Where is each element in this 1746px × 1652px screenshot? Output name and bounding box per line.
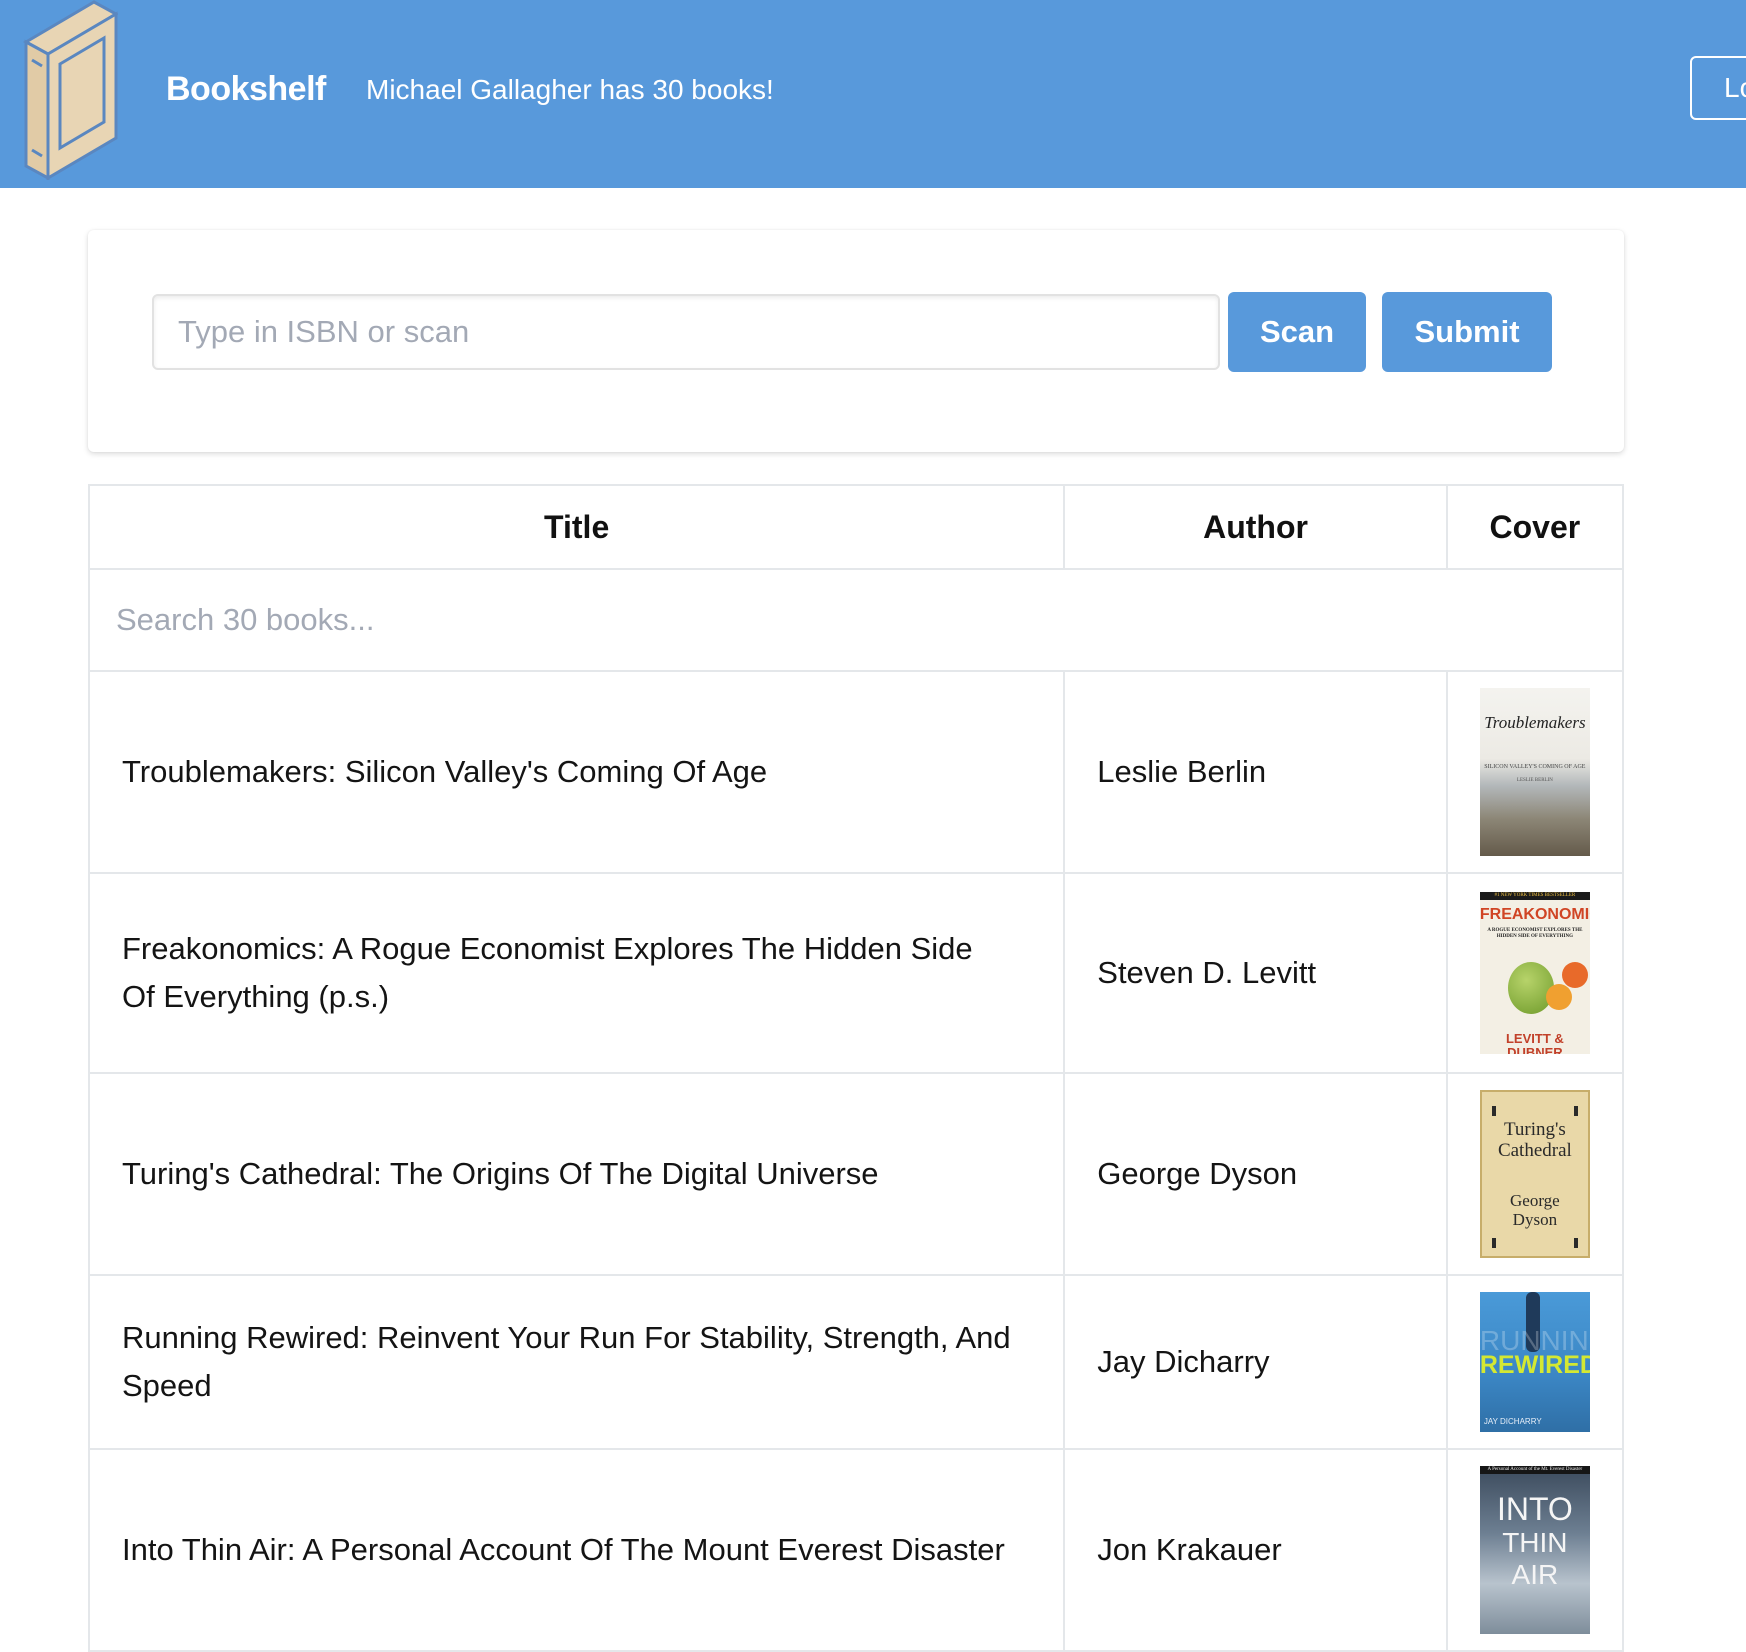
book-title[interactable]: Freakonomics: A Rogue Economist Explores…: [87, 872, 1066, 1074]
submit-button[interactable]: Submit: [1382, 292, 1552, 372]
book-author: Jay Dicharry: [1063, 1274, 1448, 1450]
table-row[interactable]: Into Thin Air: A Personal Account Of The…: [87, 1448, 1625, 1652]
brand-title[interactable]: Bookshelf: [166, 70, 326, 109]
top-navbar: Bookshelf Michael Gallagher has 30 books…: [0, 0, 1746, 188]
filter-row: [88, 568, 1624, 672]
logout-button[interactable]: Lo: [1690, 56, 1746, 120]
book-title[interactable]: Troublemakers: Silicon Valley's Coming O…: [87, 670, 1066, 874]
book-author: Steven D. Levitt: [1063, 872, 1448, 1074]
book-title[interactable]: Into Thin Air: A Personal Account Of The…: [87, 1448, 1066, 1652]
book-cover-image[interactable]: #1 NEW YORK TIMES BESTSELLER FREAKONOMIC…: [1479, 892, 1590, 1054]
book-author: George Dyson: [1063, 1072, 1448, 1276]
column-header-title[interactable]: Title: [87, 484, 1066, 570]
book-author: Jon Krakauer: [1063, 1448, 1448, 1652]
books-table: Title Author Cover Troublemakers: Silico…: [87, 484, 1625, 1652]
isbn-search-card: Scan Submit: [88, 230, 1624, 452]
book-count-message: Michael Gallagher has 30 books!: [366, 74, 774, 105]
book-author: Leslie Berlin: [1063, 670, 1448, 874]
table-row[interactable]: Freakonomics: A Rogue Economist Explores…: [87, 872, 1625, 1074]
book-search-input[interactable]: [116, 570, 1622, 670]
book-cover-image[interactable]: RUNNING REWIRED JAY DICHARRY: [1479, 1292, 1590, 1432]
column-header-cover[interactable]: Cover: [1445, 484, 1625, 570]
isbn-input[interactable]: [152, 294, 1220, 370]
column-header-author[interactable]: Author: [1063, 484, 1448, 570]
table-row[interactable]: Running Rewired: Reinvent Your Run For S…: [87, 1274, 1625, 1450]
book-title[interactable]: Running Rewired: Reinvent Your Run For S…: [87, 1274, 1066, 1450]
book-cover-image[interactable]: Troublemakers SILICON VALLEY'S COMING OF…: [1479, 688, 1590, 856]
book-title[interactable]: Turing's Cathedral: The Origins Of The D…: [87, 1072, 1066, 1276]
book-cover-image[interactable]: A Personal Account of the Mt. Everest Di…: [1479, 1466, 1590, 1634]
scan-button[interactable]: Scan: [1228, 292, 1366, 372]
table-row[interactable]: Turing's Cathedral: The Origins Of The D…: [87, 1072, 1625, 1276]
book-icon[interactable]: [14, 0, 118, 180]
book-cover-image[interactable]: Turing's Cathedral George Dyson: [1479, 1090, 1590, 1258]
table-row[interactable]: Troublemakers: Silicon Valley's Coming O…: [87, 670, 1625, 874]
